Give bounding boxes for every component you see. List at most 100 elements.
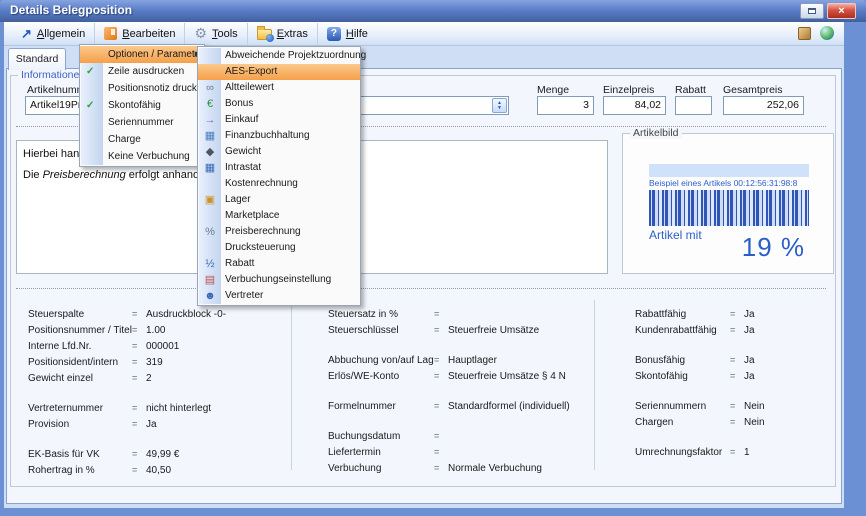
rabatt-field[interactable] bbox=[675, 96, 712, 115]
detail-row: Umrechnungsfaktor 1 bbox=[635, 444, 835, 460]
gesamtpreis-label: Gesamtpreis bbox=[723, 84, 783, 96]
lager-icon: ▣ bbox=[202, 192, 218, 208]
toolbar-button-tools[interactable]: Tools bbox=[184, 23, 246, 45]
submenu-item[interactable]: ☻ Vertreter bbox=[198, 288, 360, 304]
column-divider bbox=[594, 300, 595, 470]
detail-row: Rohertrag in % 40,50 bbox=[28, 462, 290, 478]
detail-row: Liefertermin bbox=[328, 444, 592, 460]
detail-row: Abbuchung von/auf Lager Hauptlager bbox=[328, 352, 592, 368]
gesamtpreis-field[interactable]: 252,06 bbox=[723, 96, 804, 115]
gewicht-icon: ◆ bbox=[202, 144, 218, 160]
equals-icon bbox=[132, 325, 146, 335]
submenu-item[interactable]: % Preisberechnung bbox=[198, 224, 360, 240]
optionen-parameter-submenu: Abweichende Projektzuordnung AES-Export … bbox=[197, 46, 361, 306]
detail-row: Provision Ja bbox=[28, 416, 290, 432]
toolbar-right-icons bbox=[798, 26, 834, 40]
submenu-item[interactable]: ▦ Finanzbuchhaltung bbox=[198, 128, 360, 144]
submenu-item[interactable]: ▤ Verbuchungseinstellung bbox=[198, 272, 360, 288]
submenu-item[interactable]: Marketplace bbox=[198, 208, 360, 224]
equals-icon bbox=[730, 355, 744, 365]
allgemein-icon bbox=[21, 26, 32, 42]
submenu-item[interactable]: ½ Rabatt bbox=[198, 256, 360, 272]
toolbar-button-allgemein[interactable]: Allgemein bbox=[12, 23, 94, 45]
toolbar-button-bearbeiten[interactable]: Bearbeiten bbox=[94, 23, 184, 45]
bearbeiten-dropdown-menu: Optionen / Parameter ▶ ✓ Zeile ausdrucke… bbox=[79, 44, 205, 167]
titlebar: Details Belegposition × bbox=[0, 0, 866, 22]
equals-icon bbox=[132, 341, 146, 351]
einkauf-icon: → bbox=[202, 112, 218, 128]
menu-item[interactable]: Optionen / Parameter ▶ bbox=[80, 46, 204, 63]
equals-icon bbox=[132, 449, 146, 459]
detail-row: Erlös/WE-Konto Steuerfreie Umsätze § 4 N bbox=[328, 368, 592, 384]
detail-row: Vertreternummer nicht hinterlegt bbox=[28, 400, 290, 416]
detail-row: Bonusfähig Ja bbox=[635, 352, 835, 368]
barcode-label: Artikel mit bbox=[649, 228, 702, 242]
column-divider bbox=[291, 300, 292, 470]
vertreter-icon: ☻ bbox=[202, 288, 218, 304]
submenu-item[interactable]: ◆ Gewicht bbox=[198, 144, 360, 160]
submenu-item[interactable]: Drucksteuerung bbox=[198, 240, 360, 256]
equals-icon bbox=[434, 463, 448, 473]
submenu-item[interactable]: ▣ Lager bbox=[198, 192, 360, 208]
finanzbuchhaltung-icon: ▦ bbox=[202, 128, 218, 144]
equals-icon bbox=[132, 403, 146, 413]
equals-icon bbox=[730, 447, 744, 457]
submenu-item[interactable]: Abweichende Projektzuordnung bbox=[198, 48, 360, 64]
detail-row: Steuerspalte Ausdruckblock -0- bbox=[28, 306, 290, 322]
tab-standard[interactable]: Standard bbox=[8, 48, 66, 70]
detail-row: Chargen Nein bbox=[635, 414, 835, 430]
details-column-3: Rabattfähig Ja Kundenrabattfähig Ja Bonu… bbox=[635, 306, 835, 460]
menu-item[interactable]: ✓ Skontofähig bbox=[80, 97, 204, 114]
rabatt-label: Rabatt bbox=[675, 84, 706, 96]
menu-item[interactable]: Charge bbox=[80, 131, 204, 148]
detail-row: Positionsident/intern 319 bbox=[28, 354, 290, 370]
equals-icon bbox=[132, 309, 146, 319]
detail-row: Skontofähig Ja bbox=[635, 368, 835, 384]
detail-row: Rabattfähig Ja bbox=[635, 306, 835, 322]
equals-icon bbox=[434, 447, 448, 457]
detail-row: Buchungsdatum bbox=[328, 428, 592, 444]
einzelpreis-field[interactable]: 84,02 bbox=[603, 96, 666, 115]
menge-field[interactable]: 3 bbox=[537, 96, 594, 115]
check-icon: ✓ bbox=[86, 97, 94, 114]
submenu-item[interactable]: € Bonus bbox=[198, 96, 360, 112]
equals-icon bbox=[132, 419, 146, 429]
app-window: Details Belegposition × Allgemein Bearbe… bbox=[0, 0, 866, 516]
submenu-item[interactable]: ▦ Intrastat bbox=[198, 160, 360, 176]
restore-button[interactable] bbox=[800, 3, 824, 19]
detail-row: Positionsnummer / Titel 1.00 bbox=[28, 322, 290, 338]
detail-row: Gewicht einzel 2 bbox=[28, 370, 290, 386]
detail-row: Verbuchung Normale Verbuchung bbox=[328, 460, 592, 476]
globe-icon[interactable] bbox=[820, 26, 834, 40]
submenu-item[interactable]: AES-Export bbox=[198, 64, 360, 80]
menu-item[interactable]: Seriennummer bbox=[80, 114, 204, 131]
toolbar-button-hilfe[interactable]: Hilfe bbox=[317, 23, 377, 45]
detail-row: Formelnummer Standardformel (individuell… bbox=[328, 398, 592, 414]
menu-item[interactable]: Keine Verbuchung bbox=[80, 148, 204, 165]
toolbar-button-extras[interactable]: Extras bbox=[247, 23, 317, 45]
extras-icon bbox=[257, 29, 272, 40]
menu-item[interactable]: Positionsnotiz drucken bbox=[80, 80, 204, 97]
equals-icon bbox=[434, 325, 448, 335]
submenu-item[interactable]: Kostenrechnung bbox=[198, 176, 360, 192]
menu-item[interactable]: ✓ Zeile ausdrucken bbox=[80, 63, 204, 80]
tools-icon bbox=[194, 25, 207, 42]
submenu-item[interactable]: → Einkauf bbox=[198, 112, 360, 128]
close-button[interactable]: × bbox=[827, 3, 856, 19]
equals-icon bbox=[132, 465, 146, 475]
detail-row: Kundenrabattfähig Ja bbox=[635, 322, 835, 338]
artikelbild-groupbox: Beispiel eines Artikels 00:12:56:31:98:8… bbox=[622, 133, 834, 274]
submenu-item[interactable]: ∞ Altteilewert bbox=[198, 80, 360, 96]
equals-icon bbox=[730, 371, 744, 381]
spinner-icon[interactable]: ▲▼ bbox=[492, 98, 507, 113]
package-icon[interactable] bbox=[798, 27, 811, 40]
rabatt-icon: ½ bbox=[202, 256, 218, 272]
barcode-image bbox=[649, 190, 809, 226]
einzelpreis-label: Einzelpreis bbox=[603, 84, 654, 96]
restore-icon bbox=[808, 8, 816, 14]
preisberechnung-icon: % bbox=[202, 224, 218, 240]
detail-row: Seriennummern Nein bbox=[635, 398, 835, 414]
separator bbox=[16, 288, 826, 289]
equals-icon bbox=[434, 309, 448, 319]
equals-icon bbox=[434, 371, 448, 381]
